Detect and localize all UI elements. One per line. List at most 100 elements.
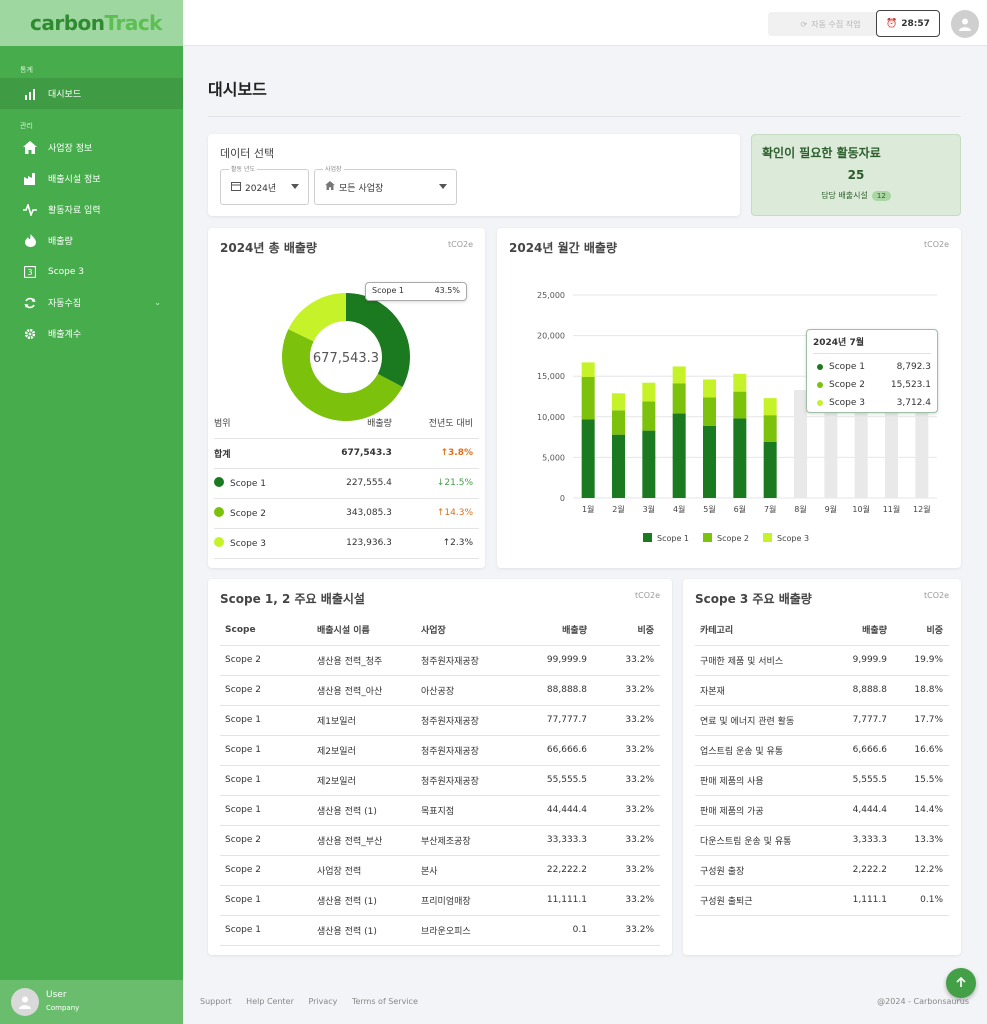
table-row[interactable]: Scope 1 제2보일러 청주원자재공장 66,666.6 33.2% [220, 735, 660, 766]
sidebar-item-dashboard[interactable]: 대시보드 [0, 78, 183, 109]
footer-link-terms[interactable]: Terms of Service [352, 997, 418, 1006]
user-name: User [46, 990, 67, 1000]
x-tick-label: 4월 [673, 504, 685, 514]
sidebar-item-sites[interactable]: 사업장 정보 [0, 132, 183, 163]
share-cell: 33.2% [587, 855, 660, 886]
sidebar-item-emission-factors[interactable]: 배출계수 [0, 318, 183, 349]
app-logo[interactable]: carbon Track [0, 0, 183, 46]
table-row[interactable]: Scope 1 생산용 전력 (1) 프리미엄매장 11,111.1 33.2% [220, 885, 660, 916]
table-row[interactable]: 자본재 8,888.8 18.8% [695, 675, 949, 706]
table-row[interactable]: Scope 2 사업장 전력 본사 22,222.2 33.2% [220, 855, 660, 886]
emission-value-cell: 6,666.6 [827, 735, 887, 766]
scope-cell: Scope 1 [220, 735, 317, 766]
legend-item[interactable]: Scope 3 [763, 533, 809, 543]
emission-value-cell: 343,085.3 [304, 498, 392, 529]
emission-value-cell: 9,999.9 [827, 645, 887, 676]
table-row[interactable]: 판매 제품의 가공 4,444.4 14.4% [695, 795, 949, 826]
site-select[interactable]: 사업장 모든 사업장 [314, 164, 457, 205]
svg-text:3: 3 [27, 268, 32, 277]
footer-link-help-center[interactable]: Help Center [246, 997, 294, 1006]
legend-swatch [643, 533, 652, 542]
share-cell: 13.3% [887, 825, 949, 856]
unit-label: tCO2e [923, 591, 949, 600]
table-row[interactable]: Scope 1 제1보일러 청주원자재공장 77,777.7 33.2% [220, 705, 660, 736]
table-row[interactable]: Scope 1 생산용 전력 (1) 목표지점 44,444.4 33.2% [220, 795, 660, 826]
scope-cell: Scope 1 [220, 795, 317, 826]
session-timer-button[interactable]: ⏰ 28:57 [876, 10, 940, 37]
table-row: Scope 1 227,555.4 ↓21.5% [214, 468, 479, 499]
site-cell: 청주원자재공장 [421, 705, 516, 736]
footer-link-support[interactable]: Support [200, 997, 232, 1006]
table-row[interactable]: 구성원 출퇴근 1,111.1 0.1% [695, 885, 949, 916]
tooltip-label: Scope 1 [372, 286, 405, 295]
chevron-down-icon[interactable]: ⌄ [154, 298, 161, 307]
column-header: 범위 [214, 408, 305, 439]
caret-down-icon [291, 184, 299, 189]
emission-value-cell: 7,777.7 [827, 705, 887, 736]
table-row[interactable]: Scope 2 생산용 전력_부산 부산제조공장 33,333.3 33.2% [220, 825, 660, 856]
emission-value-cell: 677,543.3 [304, 438, 392, 469]
tooltip-title: 2024년 7월 [813, 338, 865, 348]
y-tick-label: 20,000 [537, 332, 565, 341]
table-row[interactable]: Scope 1 생산용 전력 (1) 브라운오피스 0.1 33.2% [220, 915, 660, 946]
user-profile[interactable]: User Company [0, 980, 183, 1024]
table-row[interactable]: Scope 1 제2보일러 청주원자재공장 55,555.5 33.2% [220, 765, 660, 796]
scope-name-cell: Scope 1 [214, 468, 305, 499]
table-row[interactable]: 연료 및 에너지 관련 활동 7,777.7 17.7% [695, 705, 949, 736]
x-tick-label: 3월 [643, 504, 655, 514]
emission-value-cell: 3,333.3 [827, 825, 887, 856]
table-row[interactable]: 다운스트림 운송 및 유통 3,333.3 13.3% [695, 825, 949, 856]
x-tick-label: 8월 [794, 504, 806, 514]
y-tick-label: 15,000 [537, 372, 565, 381]
flame-icon [22, 233, 38, 249]
scope-cell: Scope 1 [220, 885, 317, 916]
sidebar-item-scope3[interactable]: 3 Scope 3 [0, 256, 183, 287]
yoy-change-cell: ↑2.3% [391, 528, 479, 559]
column-header: 비중 [887, 615, 949, 646]
column-header: 배출량 [304, 408, 392, 439]
table-row[interactable]: 구매한 제품 및 서비스 9,999.9 19.9% [695, 645, 949, 676]
table-row[interactable]: Scope 2 생산용 전력_청주 청주원자재공장 99,999.9 33.2% [220, 645, 660, 676]
copyright: @2024 - Carbonsaurus [877, 997, 969, 1006]
yoy-change-cell: ↑3.8% [391, 438, 479, 469]
tooltip-row: Scope 1 8,792.3 [813, 358, 931, 376]
share-cell: 17.7% [887, 705, 949, 736]
bar-scope-1 [672, 413, 686, 498]
card-title: Scope 3 주요 배출량 [695, 592, 812, 606]
assigned-facilities-label: 담당 배출시설 [821, 191, 868, 200]
bar-scope-2 [672, 383, 686, 414]
scroll-top-button[interactable] [946, 968, 976, 998]
facility-name-cell: 생산용 전력_부산 [317, 825, 421, 856]
footer-link-privacy[interactable]: Privacy [308, 997, 337, 1006]
legend-item[interactable]: Scope 2 [703, 533, 749, 543]
sidebar-item-facilities[interactable]: 배출시설 정보 [0, 163, 183, 194]
tooltip-row: Scope 2 15,523.1 [813, 376, 931, 394]
scope-cell: Scope 2 [220, 675, 317, 706]
sidebar-item-emissions[interactable]: 배출량 [0, 225, 183, 256]
scope-name: 합계 [214, 449, 231, 460]
table-row[interactable]: Scope 2 생산용 전력_아산 아산공장 88,888.8 33.2% [220, 675, 660, 706]
nav-section-label-manage: 관리 [20, 122, 33, 130]
sync-icon [22, 295, 38, 311]
legend-item[interactable]: Scope 1 [643, 533, 689, 543]
sidebar-item-activity-input[interactable]: 활동자료 입력 [0, 194, 183, 225]
footer-links: Support Help Center Privacy Terms of Ser… [200, 997, 430, 1006]
column-header: 카테고리 [695, 615, 827, 646]
column-header: 배출시설 이름 [317, 615, 421, 646]
auto-collect-button[interactable]: ⟳ 자동 수집 작업 [768, 12, 893, 36]
table-row[interactable]: 업스트림 운송 및 유통 6,666.6 16.6% [695, 735, 949, 766]
emission-value-cell: 1,111.1 [827, 885, 887, 916]
sidebar-item-auto-collect[interactable]: 자동수집 ⌄ [0, 287, 183, 318]
card-title: Scope 1, 2 주요 배출시설 [220, 592, 365, 606]
table-row[interactable]: 판매 제품의 사용 5,555.5 15.5% [695, 765, 949, 796]
account-avatar[interactable] [951, 10, 979, 38]
year-select[interactable]: 활동 년도 2024년 [220, 164, 309, 205]
year-select-value: 2024년 [245, 183, 277, 194]
emission-value-cell: 0.1 [516, 915, 587, 946]
donut-slice-scope-1 [345, 293, 410, 387]
table-row[interactable]: 구성원 출장 2,222.2 12.2% [695, 855, 949, 886]
table-row: Scope 2 343,085.3 ↑14.3% [214, 498, 479, 529]
scope-cell: Scope 1 [220, 705, 317, 736]
donut-slice-scope-3 [288, 293, 347, 343]
pending-activity-card[interactable]: 확인이 필요한 활동자료 25 담당 배출시설 12 [751, 134, 961, 216]
